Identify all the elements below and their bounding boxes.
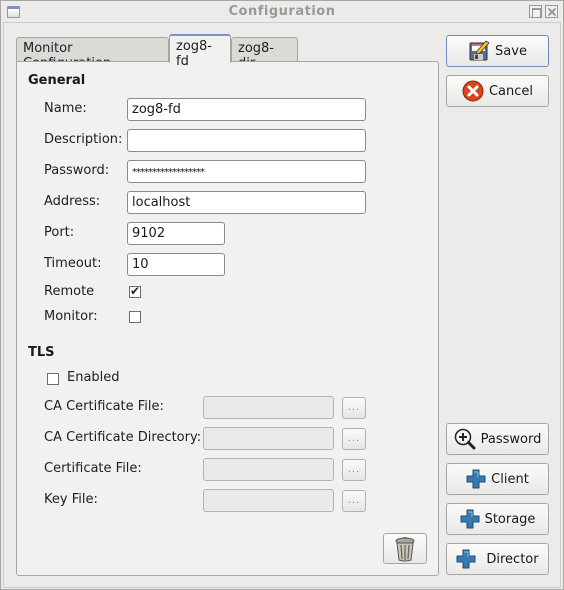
add-director-button[interactable]: Director — [446, 543, 549, 575]
monitor-label: Monitor: — [44, 309, 98, 324]
cancel-label: Cancel — [488, 83, 534, 99]
password-input[interactable] — [127, 160, 366, 183]
checkmark-icon: ✔ — [130, 284, 141, 298]
monitor-checkbox[interactable] — [129, 311, 141, 323]
description-label: Description: — [44, 132, 123, 147]
save-button[interactable]: Save — [446, 35, 549, 67]
cert-file-browse-button[interactable]: ... — [342, 459, 366, 481]
close-button[interactable] — [545, 5, 558, 18]
tls-enabled-checkbox[interactable] — [47, 373, 59, 385]
remote-checkbox[interactable]: ✔ — [129, 284, 141, 298]
key-file-input[interactable] — [203, 489, 334, 512]
tls-enabled-label: Enabled — [67, 370, 120, 385]
port-label: Port: — [44, 225, 75, 240]
save-label: Save — [495, 43, 527, 59]
client-label: Client — [491, 471, 529, 487]
trash-can-icon — [395, 536, 415, 561]
key-file-label: Key File: — [44, 492, 98, 507]
description-input[interactable] — [127, 129, 366, 152]
ca-cert-dir-input[interactable] — [203, 427, 334, 450]
timeout-input[interactable] — [127, 253, 225, 276]
director-label: Director — [486, 551, 539, 567]
delete-button[interactable] — [383, 533, 427, 564]
ca-cert-dir-label: CA Certificate Directory: — [44, 430, 202, 445]
zoom-in-icon — [454, 428, 476, 450]
address-label: Address: — [44, 194, 101, 209]
cert-file-input[interactable] — [203, 458, 334, 481]
cert-file-label: Certificate File: — [44, 461, 142, 476]
title-bar[interactable]: Configuration — [1, 1, 563, 23]
password-button[interactable]: Password — [446, 423, 549, 455]
maximize-button[interactable] — [529, 5, 542, 18]
window-title: Configuration — [228, 4, 336, 19]
port-input[interactable] — [127, 222, 225, 245]
plus-icon — [466, 469, 486, 489]
save-icon — [469, 40, 490, 61]
add-client-button[interactable]: Client — [446, 463, 549, 495]
key-file-browse-button[interactable]: ... — [342, 490, 366, 512]
add-storage-button[interactable]: Storage — [446, 503, 549, 535]
tab-zog8-dir[interactable]: zog8-dir — [231, 37, 298, 71]
plus-icon — [456, 549, 476, 569]
name-label: Name: — [44, 101, 87, 116]
ca-cert-dir-browse-button[interactable]: ... — [342, 428, 366, 450]
address-input[interactable] — [127, 191, 366, 214]
cancel-icon — [462, 80, 484, 102]
ca-cert-file-label: CA Certificate File: — [44, 399, 164, 414]
password-label-text: Password — [480, 431, 542, 447]
configuration-window: Configuration Monitor Configuration zog8… — [0, 0, 564, 590]
name-input[interactable] — [127, 98, 366, 121]
tab-monitor-configuration[interactable]: Monitor Configuration — [16, 37, 169, 71]
password-label: Password: — [44, 163, 110, 178]
plus-icon — [460, 509, 480, 529]
tab-zog8-fd[interactable]: zog8-fd — [169, 34, 231, 69]
tls-section-title: TLS — [28, 345, 55, 360]
ca-cert-file-input[interactable] — [203, 396, 334, 419]
timeout-label: Timeout: — [44, 256, 102, 271]
cancel-button[interactable]: Cancel — [446, 75, 549, 107]
remote-label: Remote — [44, 284, 95, 299]
storage-label: Storage — [484, 511, 536, 527]
general-section-title: General — [28, 73, 86, 88]
ca-cert-file-browse-button[interactable]: ... — [342, 397, 366, 419]
